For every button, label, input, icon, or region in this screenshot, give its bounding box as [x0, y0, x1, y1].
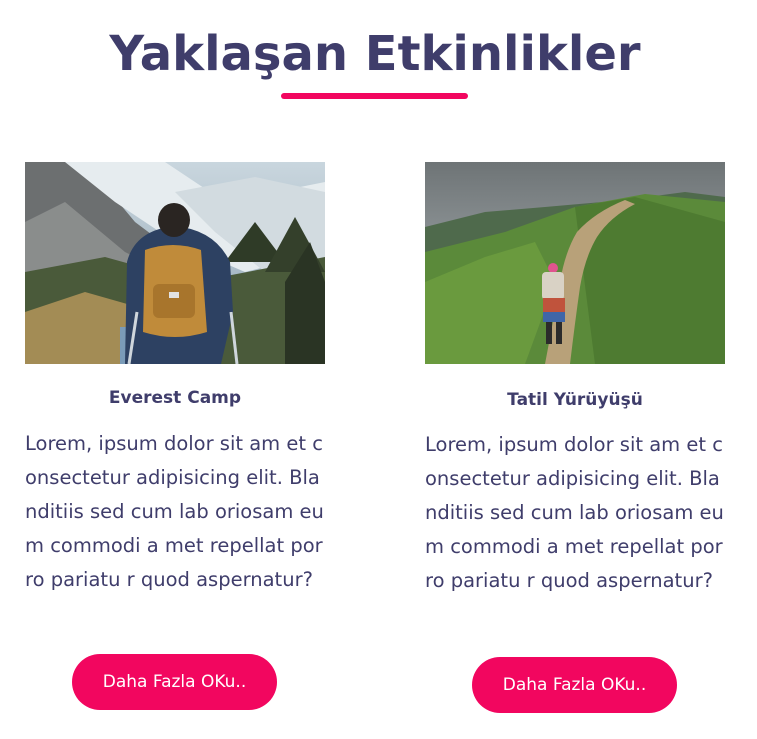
event-card-tatil: Tatil Yürüyüşü Lorem, ipsum dolor sit am… — [425, 162, 725, 598]
event-title: Everest Camp — [108, 388, 242, 408]
read-more-button-tatil[interactable]: Daha Fazla OKu.. — [472, 657, 677, 713]
event-title: Tatil Yürüyüşü — [507, 390, 643, 410]
read-more-button-everest[interactable]: Daha Fazla OKu.. — [72, 654, 277, 710]
event-description: Lorem, ipsum dolor sit am et consectetur… — [425, 433, 724, 592]
event-image-tatil — [425, 162, 725, 364]
event-card-everest: Everest Camp Lorem, ipsum dolor sit am e… — [25, 162, 325, 597]
event-image-everest — [25, 162, 325, 364]
title-underline — [281, 93, 468, 99]
section-title: Yaklaşan Etkinlikler — [109, 26, 641, 82]
event-description: Lorem, ipsum dolor sit am et consectetur… — [25, 432, 324, 591]
